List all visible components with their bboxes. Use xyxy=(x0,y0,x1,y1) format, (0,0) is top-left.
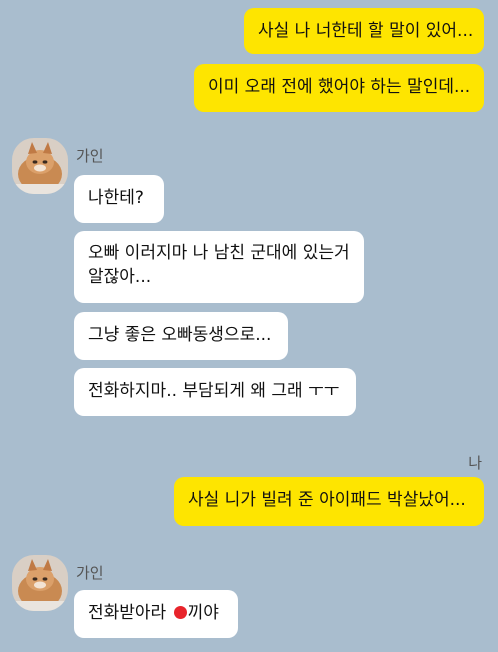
message-bubble-outgoing[interactable]: 이미 오래 전에 했어야 하는 말인데... xyxy=(194,64,484,112)
message-text: 전화하지마.. 부담되게 왜 그래 ㅜㅜ xyxy=(88,381,340,401)
contact-name: 가인 xyxy=(76,147,104,165)
cat-photo-icon xyxy=(12,138,68,194)
message-bubble-incoming[interactable]: 그냥 좋은 오빠동생으로... xyxy=(74,312,288,360)
my-name-label: 나 xyxy=(468,454,482,472)
message-text-line: 알잖아... xyxy=(88,267,152,287)
message-text: 나한테? xyxy=(88,188,144,208)
message-bubble-outgoing[interactable]: 사실 나 너한테 할 말이 있어... xyxy=(244,8,484,54)
censor-dot-icon xyxy=(173,606,187,619)
message-bubble-outgoing[interactable]: 사실 니가 빌려 준 아이패드 박살났어... xyxy=(174,477,484,526)
message-bubble-incoming[interactable]: 나한테? xyxy=(74,175,164,223)
message-text-after: 끼야 xyxy=(187,603,219,623)
message-bubble-incoming[interactable]: 전화하지마.. 부담되게 왜 그래 ㅜㅜ xyxy=(74,368,356,416)
message-text: 사실 나 너한테 할 말이 있어... xyxy=(258,21,474,41)
message-text-before: 전화받아라 xyxy=(88,603,172,623)
message-bubble-incoming[interactable]: 전화받아라 끼야 xyxy=(74,590,238,638)
cat-photo-icon xyxy=(12,555,68,611)
contact-avatar[interactable] xyxy=(12,138,68,194)
message-bubble-incoming[interactable]: 오빠 이러지마 나 남친 군대에 있는거 알잖아... xyxy=(74,231,364,303)
message-text: 사실 니가 빌려 준 아이패드 박살났어... xyxy=(188,490,466,510)
message-text: 이미 오래 전에 했어야 하는 말인데... xyxy=(208,77,471,97)
contact-avatar[interactable] xyxy=(12,555,68,611)
contact-name: 가인 xyxy=(76,564,104,582)
message-text: 그냥 좋은 오빠동생으로... xyxy=(88,325,272,345)
message-text-line: 오빠 이러지마 나 남친 군대에 있는거 xyxy=(88,243,350,263)
